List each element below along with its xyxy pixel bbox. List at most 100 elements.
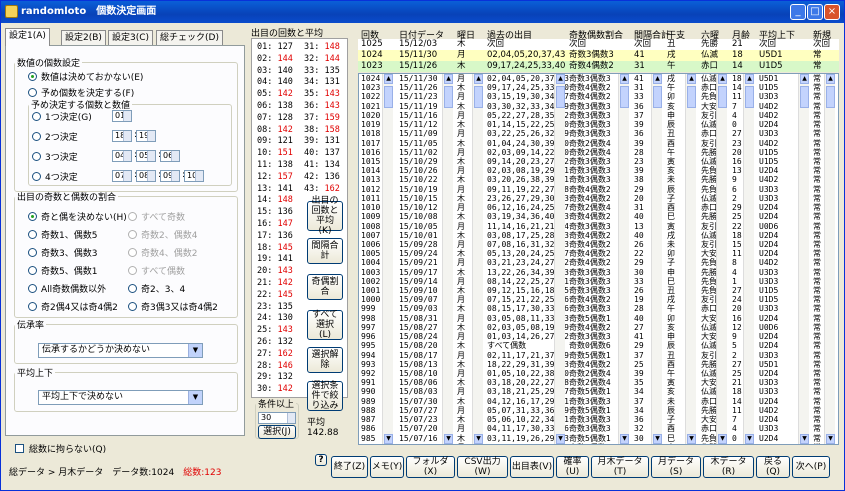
preset-spinner[interactable]: 01	[112, 110, 132, 122]
preset-spinner[interactable]: 18	[112, 130, 132, 142]
thu-data-button[interactable]: 木データ(R)	[703, 456, 754, 478]
tab-settings-1[interactable]: 設定1(A)	[5, 28, 50, 46]
parity-ratio-button[interactable]: 奇偶割合	[307, 274, 343, 300]
scrollbar[interactable]: ▲ ▼	[472, 74, 483, 444]
scrollbar[interactable]: ▲ ▼	[618, 74, 629, 444]
scroll-thumb[interactable]	[653, 86, 662, 108]
scroll-thumb[interactable]	[718, 86, 727, 108]
radio-parity-7[interactable]: 奇数5、偶数1	[28, 264, 97, 277]
scroll-down-arrow-icon[interactable]: ▼	[826, 434, 835, 444]
scroll-thumb[interactable]	[687, 86, 696, 108]
scroll-thumb[interactable]	[444, 86, 453, 108]
csv-export-button[interactable]: CSV出力(W)	[457, 456, 508, 478]
preset-spinner[interactable]: 19	[136, 130, 156, 142]
scroll-up-arrow-icon[interactable]: ▲	[620, 74, 629, 84]
radio-preset-1[interactable]: 1つ決定(G)	[32, 110, 92, 123]
scroll-up-arrow-icon[interactable]: ▲	[800, 74, 809, 84]
scroll-up-arrow-icon[interactable]: ▲	[444, 74, 453, 84]
inherit-select[interactable]: 伝承するかどうか決めない ▼	[38, 343, 203, 358]
scroll-down-arrow-icon[interactable]: ▼	[687, 434, 696, 444]
filter-button[interactable]: 選択条件で絞り込み	[307, 381, 343, 411]
mon-thu-data-button[interactable]: 月木データ(T)	[591, 456, 649, 478]
radio-parity-10[interactable]: 奇2、3、4	[128, 282, 185, 295]
preset-spinner[interactable]: 10	[184, 170, 204, 182]
radio-parity-9[interactable]: All奇数偶数以外	[28, 282, 106, 295]
mon-data-button[interactable]: 月データ(S)	[651, 456, 701, 478]
title-bar[interactable]: randomloto 個数決定画面	[1, 1, 844, 23]
scroll-down-arrow-icon[interactable]: ▼	[745, 434, 754, 444]
tab-total-check[interactable]: 総チェック(D)	[156, 30, 223, 45]
scroll-thumb[interactable]	[620, 86, 629, 108]
interval-sum-button[interactable]: 間隔合計	[307, 238, 343, 264]
scrollbar[interactable]: ▲ ▼	[824, 74, 835, 444]
cond-spinner[interactable]: 30	[258, 412, 296, 424]
radio-parity-1[interactable]: 奇と偶を決めない(H)	[28, 210, 127, 223]
scroll-up-arrow-icon[interactable]: ▲	[556, 74, 565, 84]
preset-spinner[interactable]: 06	[160, 150, 180, 162]
radio-preset-4[interactable]: 4つ決定	[32, 170, 78, 183]
tab-settings-2[interactable]: 設定2(B)	[61, 30, 106, 45]
scroll-thumb[interactable]	[800, 86, 809, 108]
preset-spinner[interactable]: 07	[112, 170, 132, 182]
counts-avg-button[interactable]: 出目の回数と平均(K)	[307, 196, 343, 236]
preset-spinner[interactable]: 08	[136, 170, 156, 182]
scroll-thumb[interactable]	[556, 86, 565, 108]
scroll-down-arrow-icon[interactable]: ▼	[556, 434, 565, 444]
preset-spinner[interactable]: 09	[160, 170, 180, 182]
scrollbar[interactable]: ▲ ▼	[442, 74, 453, 444]
scroll-thumb[interactable]	[474, 86, 483, 108]
scrollbar[interactable]: ▲ ▼	[651, 74, 662, 444]
scroll-down-arrow-icon[interactable]: ▼	[653, 434, 662, 444]
scroll-thumb[interactable]	[745, 86, 754, 108]
avg-select[interactable]: 平均上下で決めない ▼	[38, 390, 203, 405]
scroll-up-arrow-icon[interactable]: ▲	[826, 74, 835, 84]
tab-settings-3[interactable]: 設定3(C)	[108, 30, 154, 45]
history-list[interactable]: 1024 15/11/30 月 02,04,05,20,37,43 奇数3偶数3 41 戌仏…	[358, 73, 839, 445]
radio-parity-3[interactable]: 奇数1、偶数5	[28, 228, 97, 241]
scroll-up-arrow-icon[interactable]: ▲	[687, 74, 696, 84]
select-button[interactable]: 選択(J)	[258, 425, 296, 439]
probability-button[interactable]: 確率(U)	[556, 456, 589, 478]
scroll-down-arrow-icon[interactable]: ▼	[384, 434, 393, 444]
scroll-up-arrow-icon[interactable]: ▲	[718, 74, 727, 84]
scroll-up-arrow-icon[interactable]: ▲	[474, 74, 483, 84]
close-button[interactable]: ×	[824, 4, 840, 20]
preset-spinner[interactable]: 04	[112, 150, 132, 162]
table-cell: 先負	[701, 258, 717, 268]
scrollbar[interactable]: ▲ ▼	[554, 74, 565, 444]
scroll-down-arrow-icon[interactable]: ▼	[444, 434, 453, 444]
result-table-button[interactable]: 出目表(V)	[510, 456, 554, 478]
folder-button[interactable]: フォルダ(X)	[406, 456, 455, 478]
exit-button[interactable]: 終了(Z)	[331, 456, 368, 478]
scroll-up-arrow-icon[interactable]: ▲	[384, 74, 393, 84]
no-total-checkbox[interactable]: 総数に拘らない(Q)	[15, 442, 106, 455]
radio-count-none[interactable]: 数値は決めておかない(E)	[28, 70, 143, 83]
scrollbar[interactable]: ▲ ▼	[685, 74, 696, 444]
preset-spinner[interactable]: 05	[136, 150, 156, 162]
scrollbar[interactable]: ▲ ▼	[382, 74, 393, 444]
maximize-button[interactable]: □	[807, 4, 823, 20]
scroll-up-arrow-icon[interactable]: ▲	[653, 74, 662, 84]
scroll-thumb[interactable]	[384, 86, 393, 108]
memo-button[interactable]: メモ(Y)	[370, 456, 404, 478]
back-button[interactable]: 戻る(Q)	[756, 456, 790, 478]
scroll-down-arrow-icon[interactable]: ▼	[800, 434, 809, 444]
scroll-down-arrow-icon[interactable]: ▼	[718, 434, 727, 444]
scrollbar[interactable]: ▲ ▼	[743, 74, 754, 444]
deselect-button[interactable]: 選択解除	[307, 347, 343, 373]
scrollbar[interactable]: ▲ ▼	[716, 74, 727, 444]
minimize-button[interactable]: _	[790, 4, 806, 20]
scroll-down-arrow-icon[interactable]: ▼	[620, 434, 629, 444]
scroll-up-arrow-icon[interactable]: ▲	[745, 74, 754, 84]
radio-preset-2[interactable]: 2つ決定	[32, 130, 78, 143]
radio-parity-11[interactable]: 奇2偶4又は奇4偶2	[28, 300, 118, 313]
radio-parity-5[interactable]: 奇数3、偶数3	[28, 246, 97, 259]
scroll-down-arrow-icon[interactable]: ▼	[474, 434, 483, 444]
scrollbar[interactable]: ▲ ▼	[798, 74, 809, 444]
radio-preset-3[interactable]: 3つ決定	[32, 150, 78, 163]
help-button[interactable]: ?	[315, 454, 327, 466]
next-button[interactable]: 次へ(P)	[792, 456, 830, 478]
select-all-button[interactable]: すべて選択(L)	[307, 310, 343, 340]
radio-parity-12[interactable]: 奇3偶3又は奇4偶2	[128, 300, 218, 313]
scroll-thumb[interactable]	[826, 86, 835, 108]
